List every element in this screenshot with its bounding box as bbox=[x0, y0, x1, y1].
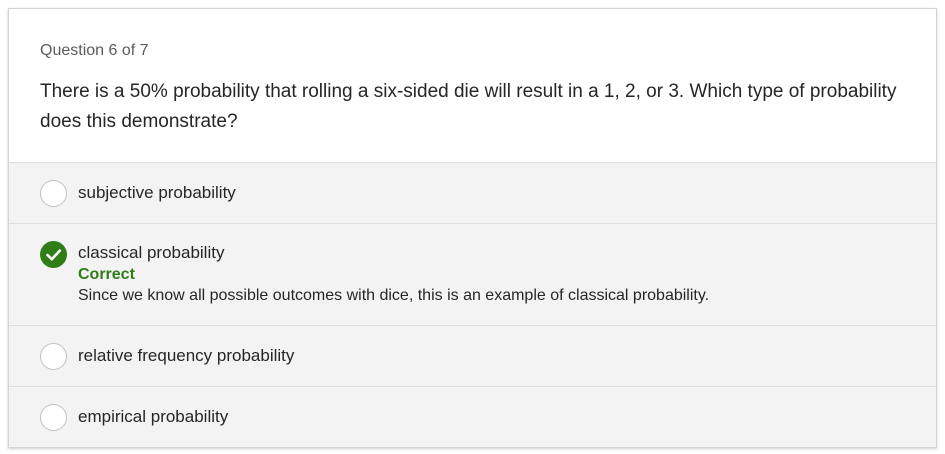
option-label: classical probability bbox=[78, 243, 225, 262]
question-counter: Question 6 of 7 bbox=[40, 42, 149, 59]
option-label: relative frequency probability bbox=[78, 346, 295, 365]
option-label: empirical probability bbox=[78, 407, 229, 426]
question-text: There is a 50% probability that rolling … bbox=[40, 81, 897, 132]
radio-empty-icon[interactable] bbox=[40, 180, 67, 207]
option-subjective[interactable]: subjective probability bbox=[9, 163, 936, 224]
option-content: classical probability Correct Since we k… bbox=[78, 241, 709, 308]
question-header: Question 6 of 7 There is a 50% probabili… bbox=[9, 9, 936, 162]
checkmark-icon bbox=[46, 249, 62, 261]
radio-empty-icon[interactable] bbox=[40, 404, 67, 431]
radio-empty-icon[interactable] bbox=[40, 343, 67, 370]
feedback-text: Since we know all possible outcomes with… bbox=[78, 287, 710, 304]
option-label: subjective probability bbox=[78, 183, 236, 202]
option-empirical[interactable]: empirical probability bbox=[9, 387, 936, 447]
question-card: Question 6 of 7 There is a 50% probabili… bbox=[8, 8, 937, 448]
option-relative-frequency[interactable]: relative frequency probability bbox=[9, 326, 936, 387]
answer-options: subjective probability classical probabi… bbox=[9, 162, 936, 447]
option-classical[interactable]: classical probability Correct Since we k… bbox=[9, 224, 936, 326]
feedback-title: Correct bbox=[78, 266, 135, 283]
checkmark-circle-icon[interactable] bbox=[40, 241, 67, 268]
